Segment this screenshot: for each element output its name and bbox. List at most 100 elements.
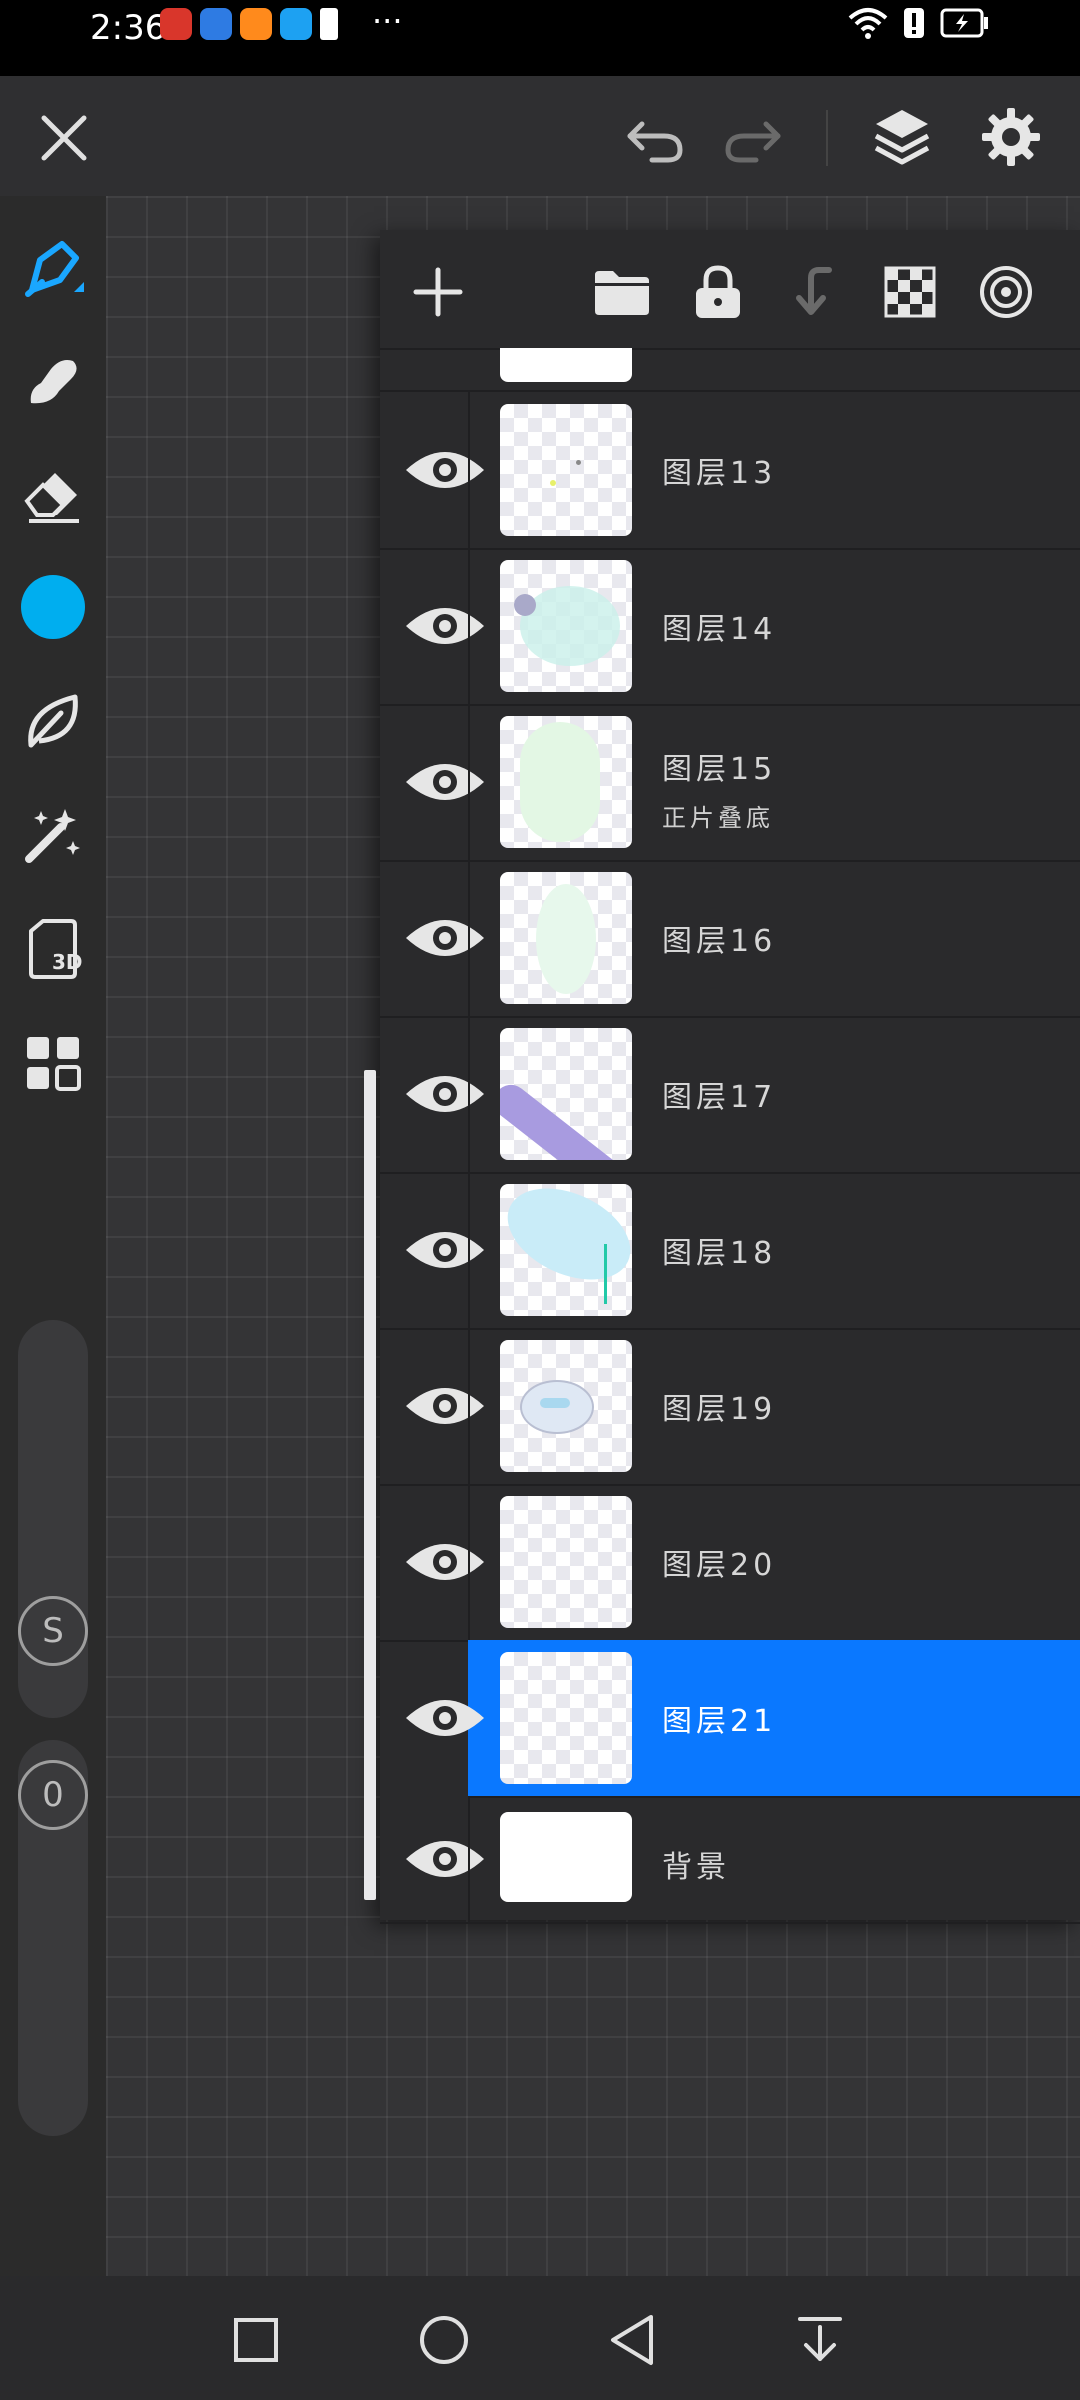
smudge-tool[interactable] (18, 346, 88, 416)
visibility-toggle[interactable] (400, 598, 490, 654)
layer-row[interactable]: 图层14 (380, 548, 1080, 706)
status-app-icons (160, 8, 338, 40)
layers-scrollbar[interactable] (364, 1070, 376, 1900)
leaf-tool[interactable] (18, 686, 88, 756)
status-more: ··· (372, 2, 403, 40)
checker-button[interactable] (878, 260, 942, 324)
layer-row[interactable]: 图层17 (380, 1016, 1080, 1174)
back-button[interactable] (596, 2304, 668, 2376)
notification-shade-icon (798, 2317, 842, 2361)
layer-name: 图层17 (662, 1080, 777, 1115)
eraser-icon (24, 473, 79, 523)
visibility-toggle[interactable] (400, 1690, 490, 1746)
layer-thumbnail[interactable] (500, 1812, 632, 1902)
visibility-toggle[interactable] (400, 1066, 490, 1122)
layer-row[interactable]: 图层13 (380, 392, 1080, 550)
recent-apps-icon (234, 2318, 278, 2362)
eye-icon (406, 1544, 484, 1580)
notification-shade-button[interactable] (784, 2304, 856, 2376)
layer-thumbnail[interactable] (500, 404, 632, 536)
layer-row[interactable]: 图层19 (380, 1328, 1080, 1486)
size-label: S (42, 1611, 64, 1651)
gear-icon[interactable] (980, 106, 1042, 168)
layer-row[interactable]: 图层20 (380, 1484, 1080, 1642)
eraser-tool[interactable] (18, 458, 88, 528)
layers-icon[interactable] (872, 106, 932, 168)
row-divider (468, 392, 470, 548)
visibility-toggle[interactable] (400, 1534, 490, 1590)
eye-icon (406, 1841, 484, 1877)
eye-icon (406, 452, 484, 488)
undo-icon[interactable] (624, 110, 688, 166)
layer-thumbnail[interactable] (500, 716, 632, 848)
blue-globe-icon (200, 8, 232, 40)
opacity-label: 0 (42, 1775, 64, 1815)
layer-name: 图层13 (662, 456, 777, 491)
lock-button[interactable] (686, 260, 750, 324)
row-divider (468, 1328, 470, 1484)
leaf-icon (28, 694, 78, 748)
eye-icon (406, 1700, 484, 1736)
home-button[interactable] (408, 2304, 480, 2376)
checker-icon (884, 266, 936, 318)
layer-name: 图层20 (662, 1548, 777, 1583)
visibility-toggle[interactable] (400, 910, 490, 966)
exclamation-icon (320, 8, 338, 40)
layer-thumbnail[interactable] (500, 872, 632, 1004)
add-layer-button[interactable] (406, 260, 470, 324)
magic-wand-icon (25, 809, 80, 863)
opacity-button[interactable]: 0 (18, 1760, 88, 1830)
magic-wand-tool[interactable] (18, 800, 88, 870)
merge-down-button[interactable] (782, 260, 846, 324)
grid-apps-tool[interactable] (18, 1028, 88, 1098)
folder-button[interactable] (590, 260, 654, 324)
layer-thumbnail[interactable] (500, 1496, 632, 1628)
visibility-toggle[interactable] (400, 754, 490, 810)
red-app-icon (160, 8, 192, 40)
left-tool-rail: 3D S 0 (0, 196, 106, 2276)
redo-icon[interactable] (720, 110, 784, 166)
wifi-icon (848, 8, 888, 39)
row-divider (468, 1172, 470, 1328)
layer-thumbnail[interactable] (500, 1652, 632, 1784)
size-button[interactable]: S (18, 1596, 88, 1666)
toolbar-divider (826, 110, 828, 166)
reference-button[interactable] (974, 260, 1038, 324)
home-icon (420, 2316, 468, 2364)
grid-apps-icon (27, 1037, 81, 1091)
3d-file-tool[interactable]: 3D (18, 914, 88, 984)
layer-name: 背景 (662, 1850, 730, 1885)
brush-tool[interactable] (18, 234, 88, 304)
color-swatch[interactable] (18, 572, 88, 642)
current-color-circle (21, 575, 85, 639)
status-bar: 2:36 ··· (0, 0, 1080, 76)
layer-row[interactable]: 背景 (380, 1796, 1080, 1924)
eye-icon (406, 1388, 484, 1424)
layer-name: 图层15 (662, 752, 777, 787)
row-divider (468, 1484, 470, 1640)
merge-down-icon (796, 267, 832, 315)
folder-icon (595, 271, 649, 315)
close-icon[interactable] (36, 110, 92, 166)
lock-icon (696, 265, 740, 318)
layer-thumbnail[interactable] (500, 1028, 632, 1160)
partial-thumb (500, 348, 632, 382)
visibility-toggle[interactable] (400, 1831, 490, 1887)
visibility-toggle[interactable] (400, 1222, 490, 1278)
layer-thumbnail[interactable] (500, 560, 632, 692)
layer-row[interactable]: 图层18 (380, 1172, 1080, 1330)
layer-row[interactable]: 图层21 (406, 1640, 1080, 1798)
orange-play-icon (240, 8, 272, 40)
recent-apps-button[interactable] (220, 2304, 292, 2376)
layer-row[interactable]: 图层16 (380, 860, 1080, 1018)
visibility-toggle[interactable] (400, 442, 490, 498)
layer-row[interactable]: 图层15 正片叠底 (380, 704, 1080, 862)
smudge-icon (30, 360, 77, 404)
eye-icon (406, 608, 484, 644)
layer-thumbnail[interactable] (500, 1184, 632, 1316)
visibility-toggle[interactable] (400, 1378, 490, 1434)
layer-thumbnail[interactable] (500, 1340, 632, 1472)
top-toolbar (0, 76, 1080, 196)
eye-icon (406, 764, 484, 800)
row-divider (468, 1016, 470, 1172)
